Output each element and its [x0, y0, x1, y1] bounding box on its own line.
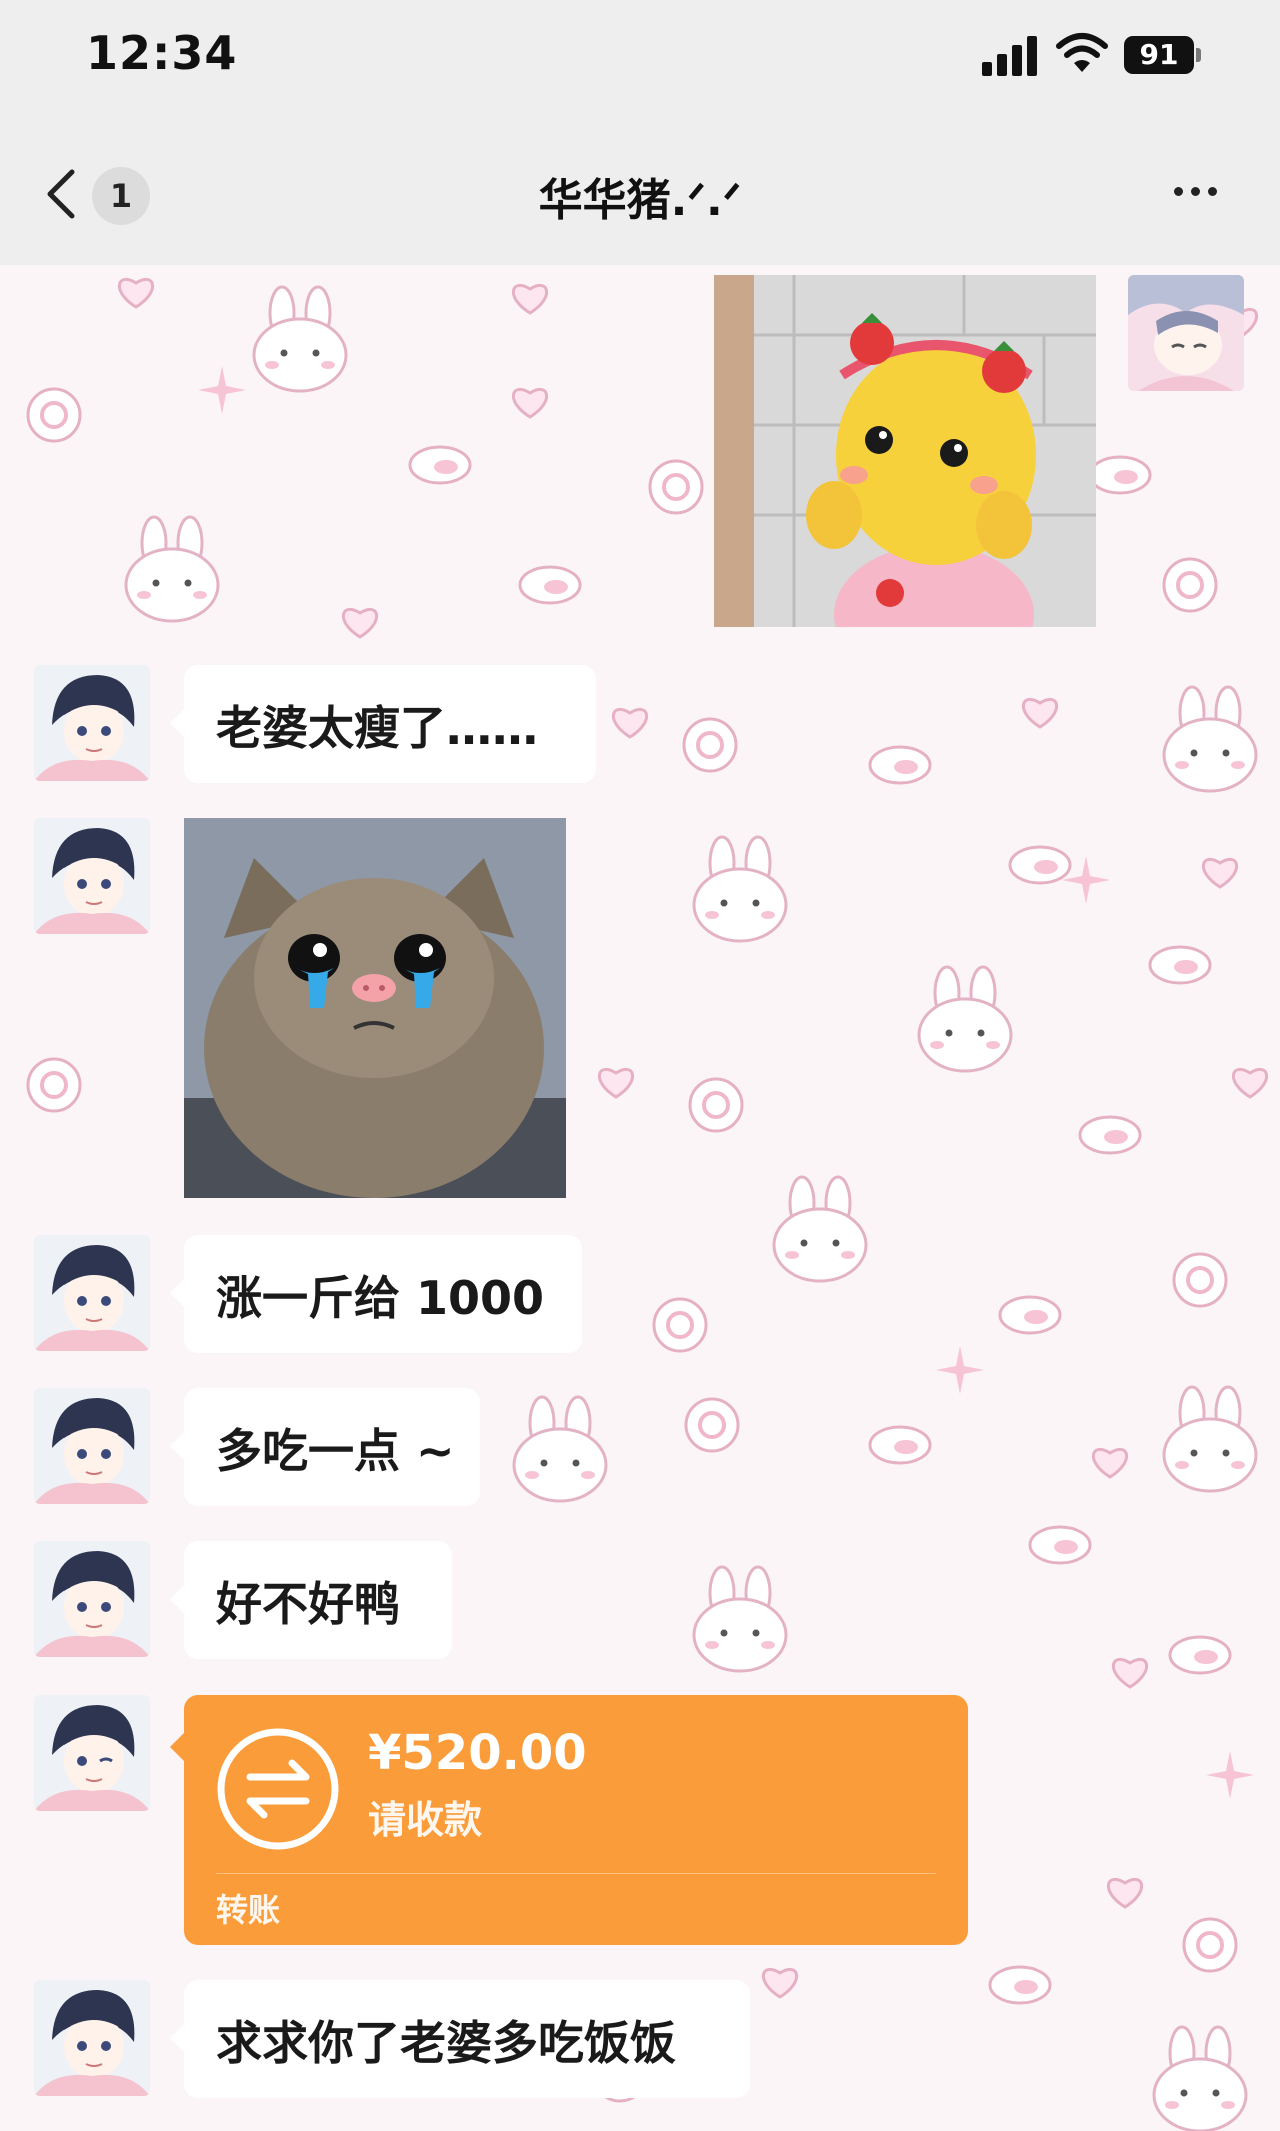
battery-cap: [1196, 48, 1201, 62]
wifi-icon: [1056, 33, 1108, 72]
contact-avatar[interactable]: [34, 1235, 150, 1351]
status-time: 12:34: [86, 26, 238, 80]
more-horizontal-icon[interactable]: [1160, 172, 1230, 212]
transfer-status: 请收款: [368, 1798, 483, 1842]
transfer-card[interactable]: ¥520.00 请收款 转账: [170, 1695, 968, 1945]
chat-header: 1 华华猪.ᐟ.ᐟ: [0, 120, 1280, 265]
message-text-bubble[interactable]: 求求你了老婆多吃饭饭: [170, 1980, 750, 2098]
sticker-crying-kitten[interactable]: [184, 818, 566, 1198]
contact-avatar[interactable]: [34, 1541, 150, 1657]
unread-count-badge[interactable]: 1: [92, 167, 150, 225]
sticker-strawberry-chick[interactable]: [714, 275, 1096, 627]
contact-avatar[interactable]: [34, 1695, 150, 1811]
signal-icon: [982, 36, 1038, 76]
self-avatar[interactable]: [1128, 275, 1244, 391]
contact-avatar[interactable]: [34, 1980, 150, 2096]
transfer-arrows-icon: [217, 1728, 339, 1850]
message-text-bubble[interactable]: 好不好鸭: [170, 1541, 452, 1659]
battery-icon: 91: [1124, 36, 1194, 74]
status-bar: 12:34 91: [0, 0, 1280, 120]
chevron-left-icon[interactable]: [38, 164, 88, 224]
transfer-amount: ¥520.00: [368, 1725, 587, 1781]
message-text-bubble[interactable]: 涨一斤给 1000: [170, 1235, 582, 1353]
contact-avatar[interactable]: [34, 1388, 150, 1504]
chat-message-list[interactable]: 老婆太瘦了…… 涨一斤给 1000 多吃一点 ~ 好不好鸭 ¥520.00 请收…: [0, 265, 1280, 2131]
transfer-divider: [216, 1873, 936, 1874]
message-text-bubble[interactable]: 多吃一点 ~: [170, 1388, 480, 1506]
chat-title: 华华猪.ᐟ.ᐟ: [538, 175, 742, 226]
message-text-bubble[interactable]: 老婆太瘦了……: [170, 665, 596, 783]
transfer-label: 转账: [216, 1891, 281, 1929]
contact-avatar[interactable]: [34, 665, 150, 781]
contact-avatar[interactable]: [34, 818, 150, 934]
